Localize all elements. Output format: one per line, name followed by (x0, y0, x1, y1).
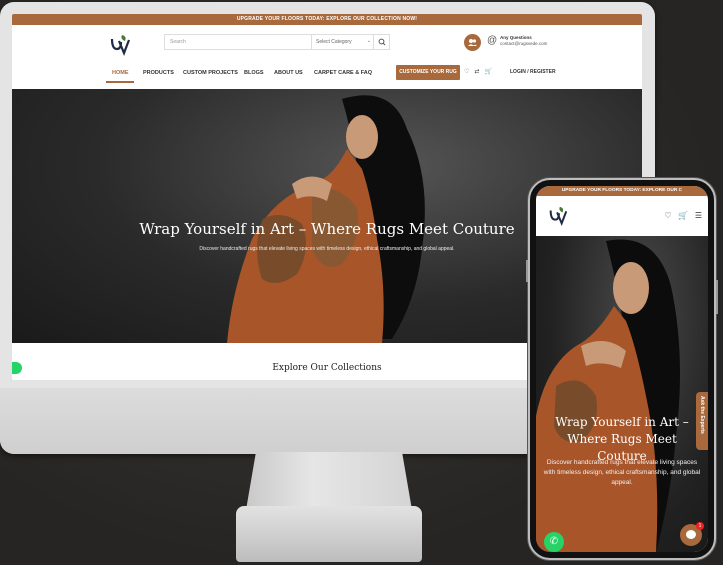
promo-bar[interactable]: UPGRADE YOUR FLOORS TODAY: EXPLORE OUR C… (12, 14, 642, 25)
category-select[interactable]: Select Category ⌄ (311, 35, 375, 49)
search-bar[interactable]: Search Select Category ⌄ (164, 34, 390, 50)
at-icon: @ (487, 35, 498, 46)
search-input[interactable]: Search (170, 39, 186, 45)
nav-item-custom-projects[interactable]: CUSTOM PROJECTS (183, 70, 238, 76)
nav-item-carpet-care-faq[interactable]: CARPET CARE & FAQ (314, 70, 372, 76)
mobile-hero-subtitle: Discover handcrafted rugs that elevate l… (543, 459, 701, 486)
mobile-screen: UPGRADE YOUR FLOORS TODAY: EXPLORE OUR C… (536, 186, 708, 552)
uv-logo[interactable] (108, 33, 132, 57)
menu-icon[interactable]: ☰ (695, 211, 702, 220)
cart-icon[interactable]: 🛒 (678, 211, 688, 220)
nav-item-about-us[interactable]: ABOUT US (274, 70, 303, 76)
mobile-hero: Wrap Yourself in Art – Where Rugs Meet C… (536, 236, 708, 552)
monitor-stand-neck (246, 452, 412, 510)
customize-rug-button[interactable]: CUSTOMIZE YOUR RUG (396, 65, 460, 80)
nav-active-underline (106, 81, 134, 83)
chat-button[interactable]: 1 (680, 522, 704, 546)
chevron-down-icon: ⌄ (366, 38, 371, 44)
mobile-header-icons: ♡ 🛒 ☰ (664, 211, 702, 220)
nav-item-home[interactable]: HOME (112, 70, 129, 76)
mobile-phone: UPGRADE YOUR FLOORS TODAY: EXPLORE OUR C… (526, 178, 718, 560)
chat-badge: 1 (696, 522, 704, 530)
heart-icon[interactable]: ♡ (464, 69, 469, 75)
mobile-promo-bar[interactable]: UPGRADE YOUR FLOORS TODAY: EXPLORE OUR C (536, 186, 708, 196)
nav-item-products[interactable]: PRODUCTS (143, 70, 174, 76)
whatsapp-icon[interactable]: ✆ (544, 532, 564, 552)
search-button[interactable] (373, 35, 389, 49)
search-icon (378, 38, 386, 46)
contact-title: Any Questions (500, 35, 532, 40)
heart-icon[interactable]: ♡ (664, 211, 671, 220)
uv-logo[interactable] (547, 205, 569, 227)
category-select-label: Select Category (316, 39, 352, 45)
mobile-header: ♡ 🛒 ☰ (536, 196, 708, 236)
cart-icon[interactable]: 🛒 (484, 69, 491, 75)
mobile-hero-image (536, 239, 680, 552)
contact-info: Any Questions contact@rugsvede.com (500, 35, 547, 47)
ask-experts-tab[interactable]: Ask the Experts (696, 392, 708, 450)
monitor-stand-base (236, 506, 422, 562)
nav-item-blogs[interactable]: BLOGS (244, 70, 264, 76)
phone-power-button (716, 280, 718, 314)
compare-icon[interactable]: ⇄ (474, 69, 479, 75)
nav-icons: ♡ ⇄ 🛒 (464, 68, 492, 75)
contact-email[interactable]: contact@rugsvede.com (500, 41, 547, 46)
mockup-stage: UPGRADE YOUR FLOORS TODAY: EXPLORE OUR C… (0, 0, 723, 565)
chat-icon (686, 530, 696, 539)
ask-experts-label: Ask the Experts (699, 396, 705, 434)
login-register-link[interactable]: LOGIN / REGISTER (510, 69, 556, 75)
site-header: Search Select Category ⌄ @ Any Questions… (12, 25, 642, 89)
phone-volume-button (526, 260, 528, 282)
users-icon[interactable] (464, 34, 481, 51)
